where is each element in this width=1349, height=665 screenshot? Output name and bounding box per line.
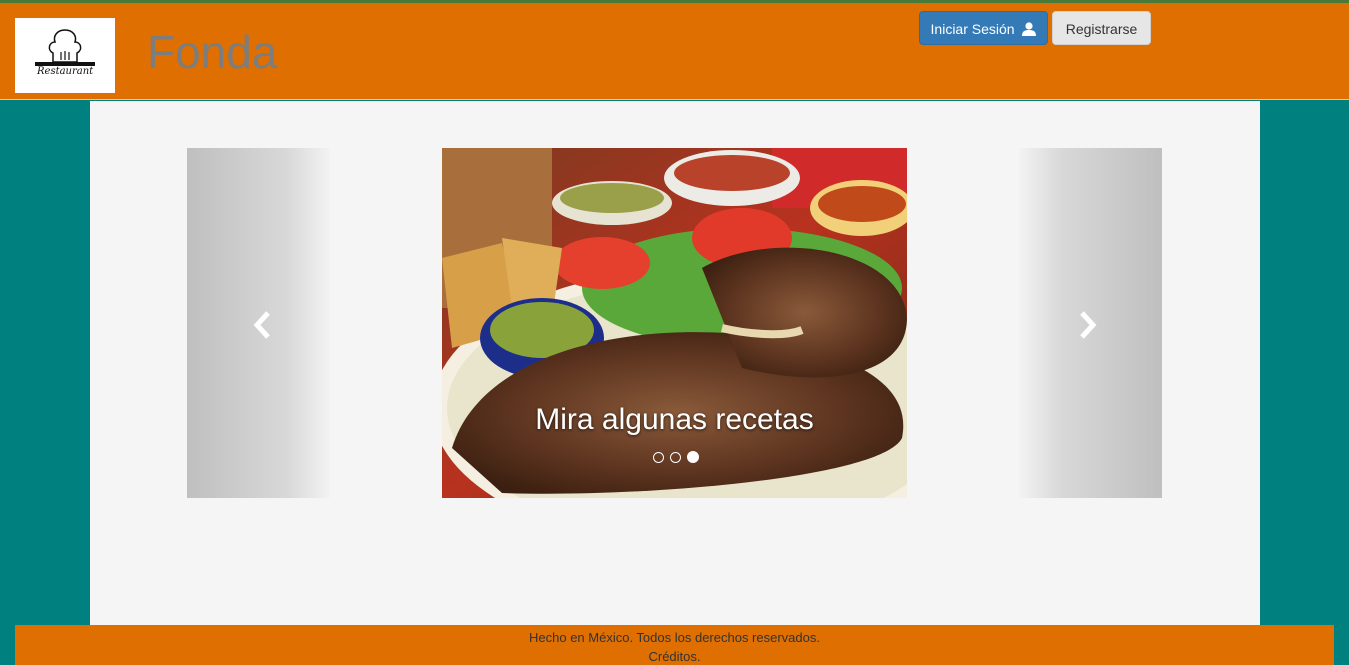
carousel-indicators (653, 451, 699, 463)
footer-credits-link[interactable]: Créditos. (15, 647, 1334, 665)
register-button[interactable]: Registrarse (1052, 11, 1151, 45)
login-button[interactable]: Iniciar Sesión (919, 11, 1048, 45)
main-content: Mira algunas recetas (90, 101, 1260, 625)
site-title[interactable]: Fonda (147, 25, 277, 79)
login-button-label: Iniciar Sesión (930, 21, 1015, 37)
site-header: Restaurant Fonda Iniciar Sesión Registra… (0, 3, 1349, 100)
site-footer: Hecho en México. Todos los derechos rese… (15, 625, 1334, 665)
chevron-right-icon (1080, 311, 1097, 339)
logo-text: Restaurant (37, 66, 94, 77)
carousel-prev-control[interactable] (187, 148, 330, 498)
food-plate-image (442, 148, 907, 498)
carousel-caption: Mira algunas recetas (535, 403, 814, 436)
carousel-slide-image: Mira algunas recetas (442, 148, 907, 498)
footer-copyright: Hecho en México. Todos los derechos rese… (529, 630, 820, 645)
user-icon (1022, 22, 1037, 36)
carousel-indicator-2[interactable] (670, 452, 681, 463)
carousel-indicator-3[interactable] (687, 451, 699, 463)
chevron-left-icon (253, 311, 270, 339)
restaurant-logo[interactable]: Restaurant (15, 18, 115, 93)
carousel-indicator-1[interactable] (653, 452, 664, 463)
carousel-next-control[interactable] (1019, 148, 1162, 498)
